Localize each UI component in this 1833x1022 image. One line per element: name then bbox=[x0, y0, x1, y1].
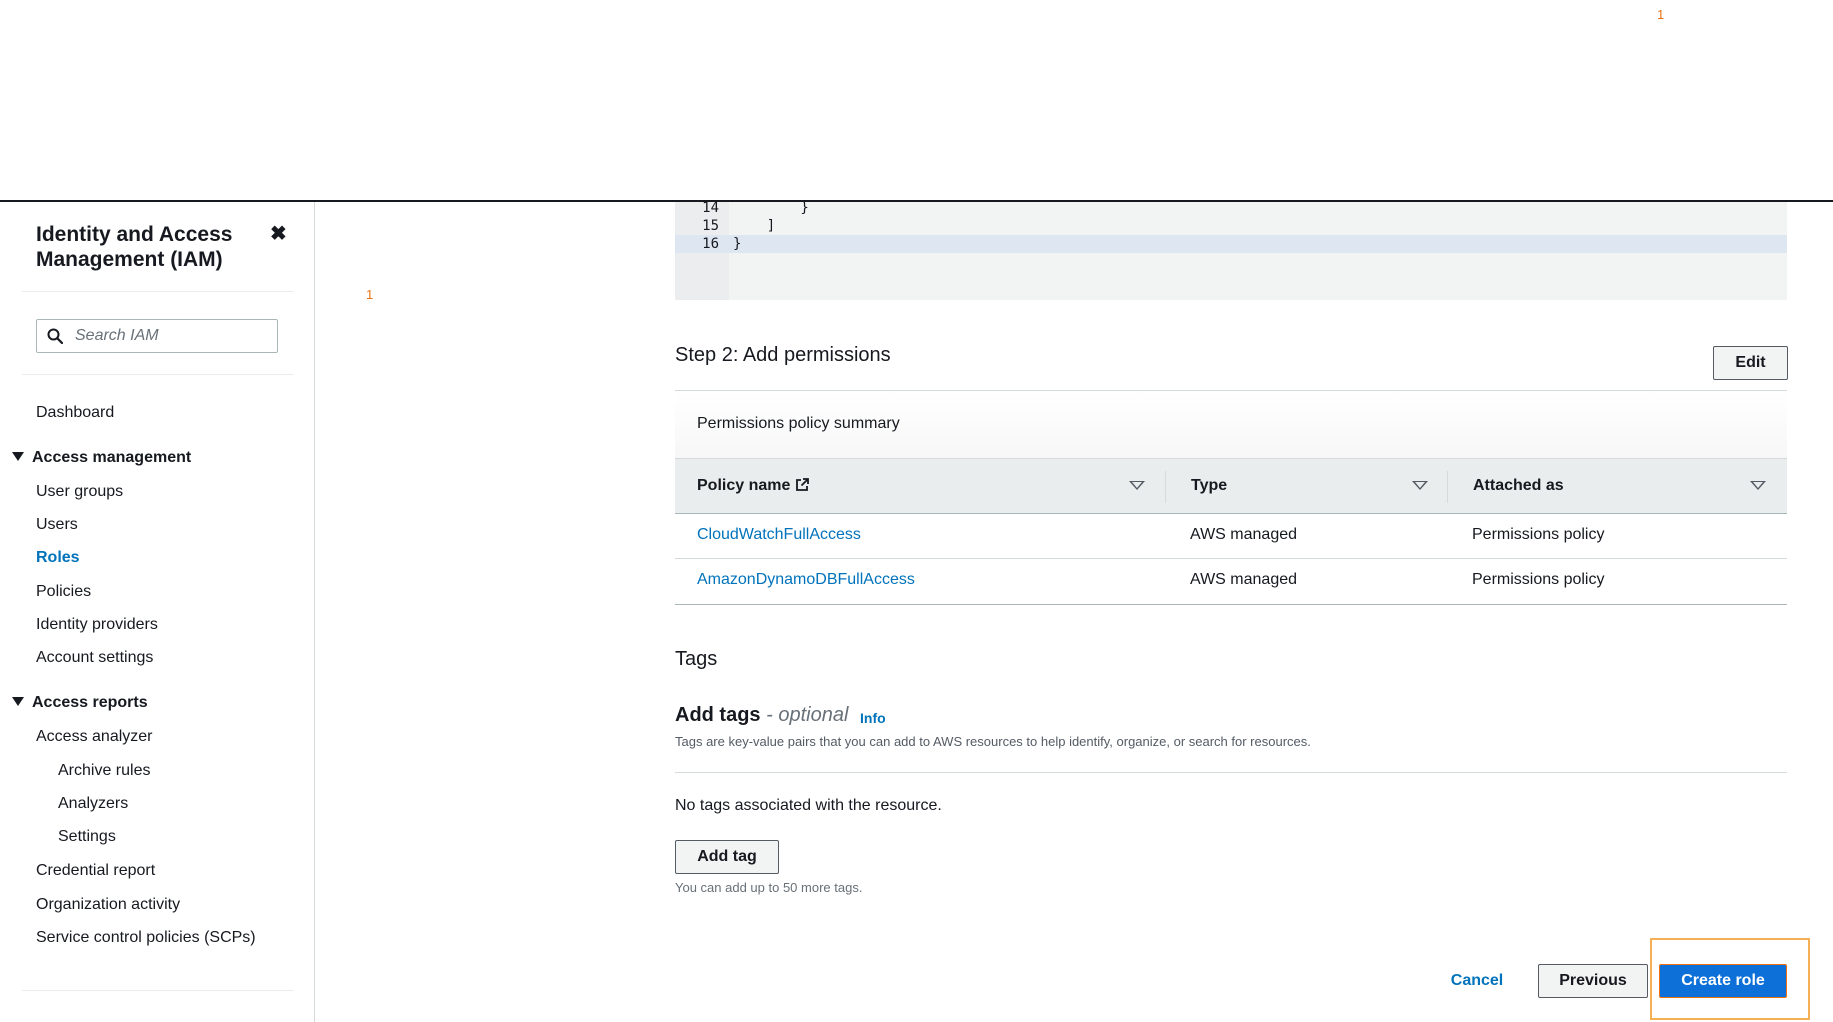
notification-count: 1 bbox=[366, 287, 374, 302]
tag-limit-hint: You can add up to 50 more tags. bbox=[675, 880, 863, 895]
code-line: 15 ] bbox=[675, 217, 1787, 235]
add-tags-heading: Add tags - optional bbox=[675, 704, 848, 727]
info-link[interactable]: Info bbox=[860, 710, 886, 726]
summary-header: Permissions policy summary bbox=[675, 391, 1787, 458]
section-label: Access management bbox=[32, 449, 192, 466]
external-link-icon bbox=[796, 477, 810, 491]
column-type[interactable]: Type bbox=[1191, 477, 1227, 495]
close-icon[interactable]: ✖ bbox=[270, 221, 287, 246]
no-tags-message: No tags associated with the resource. bbox=[675, 797, 942, 814]
summary-title: Permissions policy summary bbox=[697, 415, 900, 432]
sort-icon[interactable] bbox=[1412, 481, 1428, 490]
previous-button[interactable]: Previous bbox=[1538, 964, 1648, 998]
line-number: 14 bbox=[702, 202, 719, 216]
policy-link[interactable]: AmazonDynamoDBFullAccess bbox=[697, 571, 915, 589]
iam-sidebar: Identity and Access Management (IAM) ✖ D… bbox=[0, 202, 315, 1022]
optional-label: - optional bbox=[766, 704, 849, 726]
table-row: AmazonDynamoDBFullAccess AWS managed Per… bbox=[675, 559, 1787, 603]
sidebar-item-credential-report[interactable]: Credential report bbox=[36, 862, 155, 880]
policy-type: AWS managed bbox=[1190, 526, 1298, 543]
sort-icon[interactable] bbox=[1129, 481, 1145, 490]
policy-link[interactable]: CloudWatchFullAccess bbox=[697, 526, 861, 544]
sidebar-divider bbox=[22, 374, 294, 375]
edit-permissions-button[interactable]: Edit bbox=[1713, 346, 1788, 380]
tags-divider bbox=[675, 772, 1787, 773]
code-text: ] bbox=[733, 218, 776, 234]
create-role-button[interactable]: Create role bbox=[1659, 964, 1787, 998]
section-label: Access reports bbox=[32, 694, 148, 711]
step-2-title: Step 2: Add permissions bbox=[675, 344, 891, 366]
column-attached-as[interactable]: Attached as bbox=[1473, 477, 1564, 495]
sidebar-item-user-groups[interactable]: User groups bbox=[36, 483, 123, 501]
policy-attached-as: Permissions policy bbox=[1472, 526, 1605, 543]
sidebar-item-users[interactable]: Users bbox=[36, 516, 78, 534]
tags-description: Tags are key-value pairs that you can ad… bbox=[675, 734, 1311, 749]
code-text: } bbox=[733, 202, 809, 216]
add-tags-label: Add tags bbox=[675, 704, 761, 726]
column-divider bbox=[1165, 471, 1166, 503]
search-icon bbox=[47, 328, 63, 344]
sidebar-divider bbox=[22, 291, 294, 292]
sidebar-item-policies[interactable]: Policies bbox=[36, 583, 91, 601]
column-divider bbox=[1447, 471, 1448, 503]
sidebar-item-dashboard[interactable]: Dashboard bbox=[36, 404, 114, 422]
sidebar-item-access-analyzer[interactable]: Access analyzer bbox=[36, 728, 153, 746]
sort-icon[interactable] bbox=[1750, 481, 1766, 490]
table-row: CloudWatchFullAccess AWS managed Permiss… bbox=[675, 514, 1787, 559]
sidebar-item-analyzers[interactable]: Analyzers bbox=[58, 795, 128, 813]
notification-count: 1 bbox=[1657, 7, 1665, 22]
sidebar-item-settings[interactable]: Settings bbox=[58, 828, 116, 846]
code-line: 14 } bbox=[675, 202, 1787, 217]
sidebar-item-roles[interactable]: Roles bbox=[36, 549, 80, 567]
sidebar-item-scps[interactable]: Service control policies (SCPs) bbox=[36, 929, 256, 947]
sidebar-section-access-management[interactable]: Access management bbox=[12, 449, 191, 467]
policy-attached-as: Permissions policy bbox=[1472, 571, 1605, 588]
sidebar-section-access-reports[interactable]: Access reports bbox=[12, 694, 148, 712]
trust-policy-editor[interactable]: 14 } 15 ] 16 } bbox=[675, 202, 1787, 300]
search-box bbox=[36, 319, 278, 353]
search-input[interactable] bbox=[75, 320, 271, 352]
sidebar-divider bbox=[22, 990, 294, 991]
add-tag-button[interactable]: Add tag bbox=[675, 840, 779, 874]
policy-type: AWS managed bbox=[1190, 571, 1298, 588]
column-policy-name[interactable]: Policy name bbox=[697, 477, 810, 495]
sidebar-item-organization-activity[interactable]: Organization activity bbox=[36, 896, 180, 914]
cancel-button[interactable]: Cancel bbox=[1437, 964, 1517, 998]
sidebar-title: Identity and Access Management (IAM) bbox=[36, 223, 233, 271]
table-header: Policy name Type Attached as bbox=[675, 458, 1787, 514]
line-number: 15 bbox=[702, 218, 719, 234]
code-text: } bbox=[733, 236, 742, 252]
caret-down-icon bbox=[12, 697, 24, 707]
code-line-active: 16 } bbox=[675, 235, 1787, 253]
caret-down-icon bbox=[12, 452, 24, 462]
sidebar-item-archive-rules[interactable]: Archive rules bbox=[58, 762, 150, 780]
line-number: 16 bbox=[702, 236, 719, 252]
tags-title: Tags bbox=[675, 648, 718, 670]
sidebar-item-account-settings[interactable]: Account settings bbox=[36, 649, 153, 667]
sidebar-item-identity-providers[interactable]: Identity providers bbox=[36, 616, 158, 634]
column-label: Policy name bbox=[697, 477, 791, 494]
permissions-policy-summary: Permissions policy summary Policy name T… bbox=[675, 390, 1787, 605]
